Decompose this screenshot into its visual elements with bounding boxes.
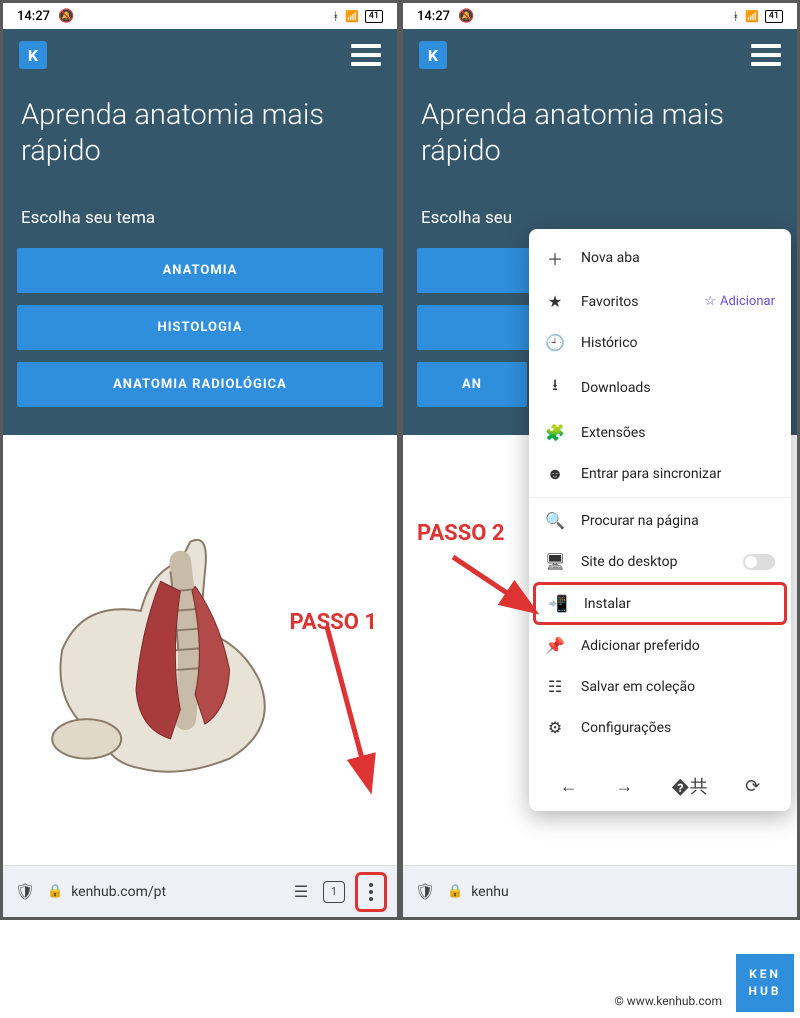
menu-separator xyxy=(529,497,791,498)
alarm-off-icon: 🔕 xyxy=(58,9,74,24)
topic-histologia-button[interactable]: HISTOLOGIA xyxy=(17,305,383,350)
menu-new-tab[interactable]: ＋Nova aba xyxy=(529,235,791,281)
add-favorite-link[interactable]: ☆Adicionar xyxy=(704,294,775,309)
url-text: kenhub.com/pt xyxy=(71,884,166,900)
status-time: 14:27 xyxy=(417,9,450,24)
browser-bottom-bar: 🛡 🔒 kenhub.com/pt ☰ 1 xyxy=(3,865,397,917)
history-icon: 🕘 xyxy=(545,333,565,352)
phone-right: 14:27 🔕 ᚼ 📶 41 K Aprenda anatomia mais r… xyxy=(400,0,800,920)
subheading: Escolha seu tema xyxy=(3,178,397,242)
battery-icon: 41 xyxy=(765,10,783,23)
menu-add-preferred[interactable]: 📌Adicionar preferido xyxy=(529,625,791,666)
desktop-site-toggle[interactable] xyxy=(743,554,775,570)
alarm-off-icon: 🔕 xyxy=(458,9,474,24)
search-icon: 🔍 xyxy=(545,511,565,530)
hero-title: Aprenda anatomia mais rápido xyxy=(403,79,797,178)
kenhub-logo[interactable]: K xyxy=(19,41,47,69)
url-bar[interactable]: 🔒 kenhub.com/pt xyxy=(47,884,279,900)
browser-overflow-menu: ＋Nova aba ★Favoritos☆Adicionar 🕘Históric… xyxy=(529,229,791,811)
topic-anatomia-button[interactable]: ANATOMIA xyxy=(17,248,383,293)
star-filled-icon: ★ xyxy=(545,292,565,311)
reader-mode-icon[interactable]: ☰ xyxy=(289,880,313,904)
status-bar: 14:27 🔕 ᚼ 📶 41 xyxy=(403,3,797,29)
app-viewport: K Aprenda anatomia mais rápido Escolha s… xyxy=(403,29,797,865)
bluetooth-icon: ᚼ xyxy=(732,10,739,23)
signal-icon: 📶 xyxy=(345,10,359,23)
menu-history[interactable]: 🕘Histórico xyxy=(529,322,791,363)
menu-install[interactable]: 📲Instalar xyxy=(533,582,787,625)
anatomy-illustration xyxy=(3,435,397,866)
share-icon[interactable]: �共 xyxy=(671,773,707,799)
status-time: 14:27 xyxy=(17,9,50,24)
signal-icon: 📶 xyxy=(745,10,759,23)
user-icon: ☻ xyxy=(545,464,565,484)
shield-icon[interactable]: 🛡 xyxy=(413,880,437,904)
copyright-text: © www.kenhub.com xyxy=(614,994,722,1008)
menu-nav-row: ← → �共 ⟳ xyxy=(529,763,791,805)
download-icon: ⭳ xyxy=(545,374,565,401)
phone-pair: 14:27 🔕 ᚼ 📶 41 K Aprenda anatomia mais r… xyxy=(0,0,800,920)
hero-title: Aprenda anatomia mais rápido xyxy=(3,79,397,178)
phone-left: 14:27 🔕 ᚼ 📶 41 K Aprenda anatomia mais r… xyxy=(0,0,400,920)
shield-icon[interactable]: 🛡 xyxy=(13,880,37,904)
plus-icon: ＋ xyxy=(545,246,565,270)
reload-icon[interactable]: ⟳ xyxy=(745,776,760,797)
collection-icon: ☷ xyxy=(545,677,565,696)
hamburger-menu-icon[interactable] xyxy=(751,44,781,66)
topic-radiologica-button[interactable]: ANATOMIA RADIOLÓGICA xyxy=(17,362,383,407)
browser-bottom-bar: 🛡 🔒 kenhu xyxy=(403,865,797,917)
desktop-icon: 🖥 xyxy=(545,552,565,571)
topic-radiologica-button-partial[interactable]: AN xyxy=(417,362,527,407)
menu-favorites[interactable]: ★Favoritos☆Adicionar xyxy=(529,281,791,322)
lock-icon: 🔒 xyxy=(47,884,63,899)
menu-settings[interactable]: ⚙Configurações xyxy=(529,707,791,748)
lock-icon: 🔒 xyxy=(447,884,463,899)
url-bar[interactable]: 🔒 kenhu xyxy=(447,884,787,900)
tab-count[interactable]: 1 xyxy=(323,881,345,903)
menu-extensions[interactable]: 🧩Extensões xyxy=(529,412,791,453)
puzzle-icon: 🧩 xyxy=(545,423,565,442)
menu-save-collection[interactable]: ☷Salvar em coleção xyxy=(529,666,791,707)
overflow-menu-button[interactable] xyxy=(355,872,387,912)
status-bar: 14:27 🔕 ᚼ 📶 41 xyxy=(3,3,397,29)
forward-icon[interactable]: → xyxy=(615,776,633,797)
hamburger-menu-icon[interactable] xyxy=(351,44,381,66)
footer: © www.kenhub.com KEN HUB xyxy=(0,920,800,1018)
kenhub-brand-square: KEN HUB xyxy=(736,954,794,1012)
pin-icon: 📌 xyxy=(545,636,565,655)
menu-downloads[interactable]: ⭳Downloads xyxy=(529,363,791,412)
menu-sync[interactable]: ☻Entrar para sincronizar xyxy=(529,453,791,495)
app-header: K xyxy=(3,29,397,79)
menu-desktop-site[interactable]: 🖥Site do desktop xyxy=(529,541,791,582)
install-icon: 📲 xyxy=(548,594,568,613)
menu-find[interactable]: 🔍Procurar na página xyxy=(529,500,791,541)
url-text: kenhu xyxy=(471,884,509,900)
kenhub-logo[interactable]: K xyxy=(419,41,447,69)
bluetooth-icon: ᚼ xyxy=(332,10,339,23)
star-outline-icon: ☆ xyxy=(704,294,716,309)
back-icon[interactable]: ← xyxy=(560,776,578,797)
gear-icon: ⚙ xyxy=(545,718,565,737)
app-viewport: K Aprenda anatomia mais rápido Escolha s… xyxy=(3,29,397,865)
battery-icon: 41 xyxy=(365,10,383,23)
app-header: K xyxy=(403,29,797,79)
